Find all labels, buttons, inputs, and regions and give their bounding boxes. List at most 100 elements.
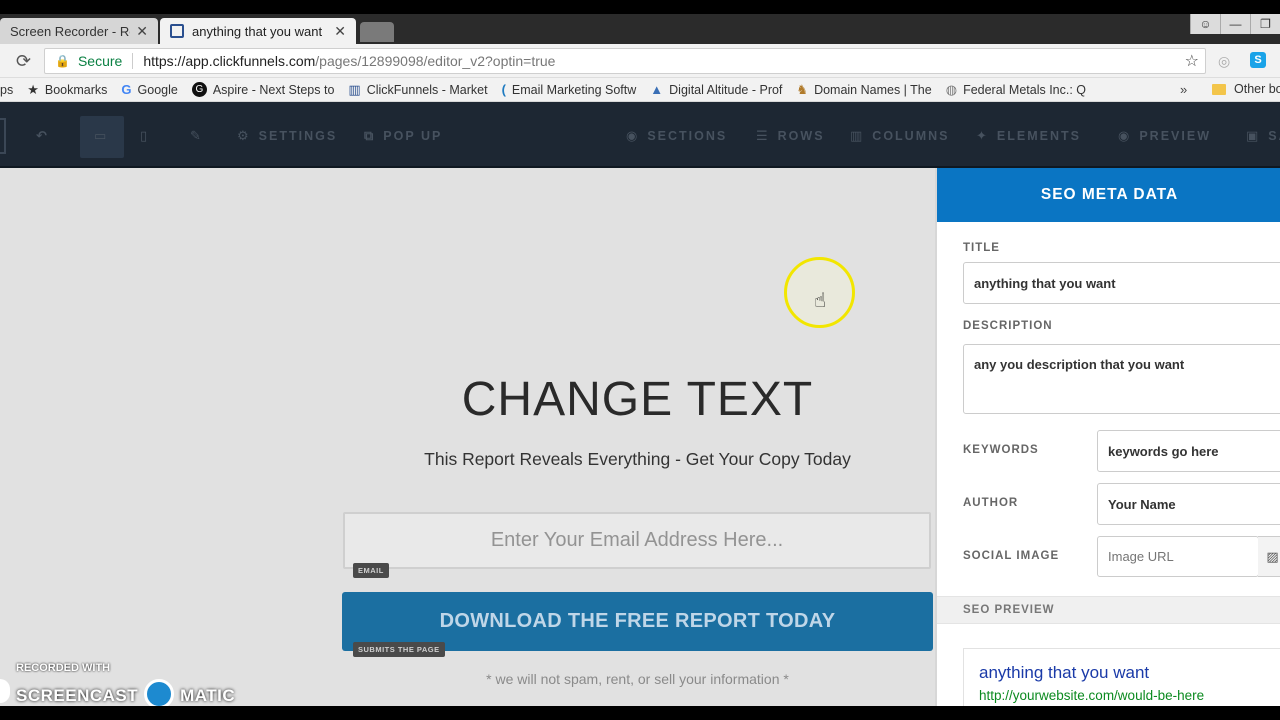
mobile-view-button[interactable]: ▯ — [140, 128, 157, 144]
preview-title: anything that you want — [979, 663, 1150, 682]
browser-toolbar: ⟳ 🔒 Secure https://app.clickfunnels.com … — [0, 44, 1280, 78]
submits-page-tag: SUBMITS THE PAGE — [353, 642, 445, 657]
social-image-label: SOCIAL IMAGE — [963, 550, 1060, 562]
tab-screen-recorder[interactable]: Screen Recorder - Recor ✕ — [0, 18, 158, 44]
nav-elements[interactable]: ✦ ELEMENTS — [976, 128, 1081, 144]
minimize-button[interactable]: — — [1220, 14, 1250, 34]
reload-icon[interactable]: ⟳ — [16, 51, 31, 72]
nav-pop-up[interactable]: ⧉ POP UP — [364, 128, 442, 144]
bookmark-label: ps — [0, 82, 14, 97]
seo-preview-box: anything that you want http://yourwebsit… — [963, 648, 1280, 706]
bookmark-label: Bookmarks — [44, 82, 108, 97]
watermark-corner — [0, 679, 10, 703]
editor-canvas[interactable]: CHANGE TEXT This Report Reveals Everythi… — [0, 168, 935, 706]
google-icon: G — [121, 82, 132, 97]
description-field[interactable]: any you description that you want — [963, 344, 1280, 414]
nav-settings[interactable]: ⚙ SETTINGS — [237, 128, 337, 144]
bookmark-item[interactable]: ▥ ClickFunnels - Market — [348, 82, 487, 98]
bookmark-item[interactable]: ( Email Marketing Softw — [502, 82, 637, 97]
address-bar[interactable]: 🔒 Secure https://app.clickfunnels.com /p… — [44, 48, 1206, 74]
sections-icon: ◉ — [626, 128, 640, 143]
screencast-logo-icon — [144, 679, 175, 709]
watermark-word2: MATIC — [180, 686, 236, 705]
nav-label: POP UP — [383, 129, 443, 143]
other-bookmarks-label: Other bo — [1234, 82, 1280, 96]
bookmark-item[interactable]: ◍ Federal Metals Inc.: Q — [946, 82, 1086, 98]
bookmarks-bar: ps ★ Bookmarks G Google G Aspire - Next Ste… — [0, 78, 1280, 102]
bookmark-item[interactable]: ★ Bookmarks — [27, 82, 107, 98]
watermark-line1: RECORDED WITH — [16, 662, 111, 674]
bookmark-item[interactable]: G Google — [121, 82, 177, 97]
email-tag: EMAIL — [353, 563, 389, 578]
nav-sections[interactable]: ◉ SECTIONS — [626, 128, 727, 144]
bookmark-item[interactable]: ♞ Domain Names | The — [796, 82, 931, 98]
tab-title: anything that you want — [192, 23, 323, 39]
rows-icon: ☰ — [756, 128, 770, 143]
spam-notice: * we will not spam, rent, or sell your i… — [486, 671, 789, 687]
image-picker-button[interactable]: ▨ — [1258, 536, 1280, 577]
nav-columns[interactable]: ▥ COLUMNS — [850, 128, 950, 144]
star-icon: ★ — [27, 81, 39, 97]
bookmark-label: Email Marketing Softw — [511, 82, 637, 97]
divider — [132, 53, 134, 69]
paint-button[interactable]: ✎ — [190, 128, 211, 144]
bookmark-star-icon[interactable]: ☆ — [1185, 51, 1199, 71]
nav-rows[interactable]: ☰ ROWS — [756, 128, 825, 144]
nav-label: PREVIEW — [1139, 129, 1211, 143]
menu-toggle[interactable] — [0, 118, 6, 154]
bookmark-label: Aspire - Next Steps to — [212, 82, 335, 97]
tab-active-page[interactable]: anything that you want ✕ — [160, 18, 356, 44]
seo-preview-label: SEO PREVIEW — [963, 604, 1055, 616]
elements-icon: ✦ — [976, 128, 989, 143]
tab-title: Screen Recorder - Recor — [10, 23, 130, 39]
email-marketing-icon: ( — [501, 82, 506, 97]
clickfunnels-favicon-icon — [170, 24, 184, 38]
skype-icon[interactable]: S — [1250, 52, 1266, 68]
user-icon[interactable]: ☺ — [1190, 14, 1220, 34]
email-input[interactable] — [343, 512, 931, 569]
bookmark-item[interactable]: ps — [0, 83, 13, 97]
keywords-field[interactable] — [1097, 430, 1280, 472]
bottom-black-strip — [0, 706, 1280, 720]
mobile-icon: ▯ — [140, 128, 150, 143]
nav-label: ELEMENTS — [996, 129, 1081, 143]
bookmarks-overflow-button[interactable]: » — [1180, 82, 1187, 97]
clickfunnels-icon: ▥ — [348, 81, 361, 97]
editor-top-nav: ↶ ▭ ▯ ✎ ⚙ SETTINGS ⧉ POP UP ◉ SECTIONS ☰ ROW… — [0, 102, 1280, 168]
undo-icon: ↶ — [36, 128, 49, 143]
nav-preview[interactable]: ◉ PREVIEW — [1118, 128, 1211, 144]
bookmark-label: Digital Altitude - Prof — [669, 82, 783, 97]
page-subheadline[interactable]: This Report Reveals Everything - Get You… — [340, 449, 935, 470]
digital-altitude-icon: ▲ — [650, 82, 664, 97]
bookmark-item[interactable]: G Aspire - Next Steps to — [191, 82, 335, 97]
extension-icon[interactable]: ◎ — [1218, 53, 1230, 70]
undo-button[interactable]: ↶ — [36, 128, 57, 144]
page-headline[interactable]: CHANGE TEXT — [340, 372, 935, 427]
other-bookmarks[interactable]: Other bo — [1212, 82, 1280, 96]
bookmark-label: Federal Metals Inc.: Q — [963, 82, 1087, 97]
close-icon[interactable]: ✕ — [136, 23, 148, 40]
aspire-icon: G — [191, 82, 207, 97]
cogs-icon: ⚙ — [237, 128, 251, 143]
author-field[interactable] — [1097, 483, 1280, 525]
screencast-watermark: RECORDED WITH SCREENCAST MATIC — [0, 658, 260, 709]
seo-preview-header: SEO PREVIEW — [937, 596, 1280, 624]
social-image-field[interactable] — [1097, 536, 1259, 577]
bookmark-label: Domain Names | The — [814, 82, 932, 97]
title-field[interactable] — [963, 262, 1280, 304]
new-tab-button[interactable] — [360, 22, 394, 42]
save-icon: ▣ — [1246, 128, 1261, 143]
preview-url: http://yourwebsite.com/would-be-here — [979, 688, 1205, 703]
seo-meta-panel: SEO META DATA TITLE DESCRIPTION any you … — [935, 168, 1280, 706]
lock-icon: 🔒 — [55, 54, 70, 68]
window-controls: ☺ — ❐ — [1190, 14, 1280, 34]
watermark-word1: SCREENCAST — [16, 686, 139, 705]
maximize-button[interactable]: ❐ — [1250, 14, 1280, 34]
close-icon[interactable]: ✕ — [334, 23, 346, 40]
image-icon: ▨ — [1266, 548, 1279, 564]
author-label: AUTHOR — [963, 497, 1019, 509]
bookmark-item[interactable]: ▲ Digital Altitude - Prof — [650, 82, 782, 97]
nav-save[interactable]: ▣ SA — [1246, 128, 1280, 144]
hand-cursor-icon: ☝ — [814, 290, 827, 312]
nav-label: SA — [1268, 129, 1280, 143]
